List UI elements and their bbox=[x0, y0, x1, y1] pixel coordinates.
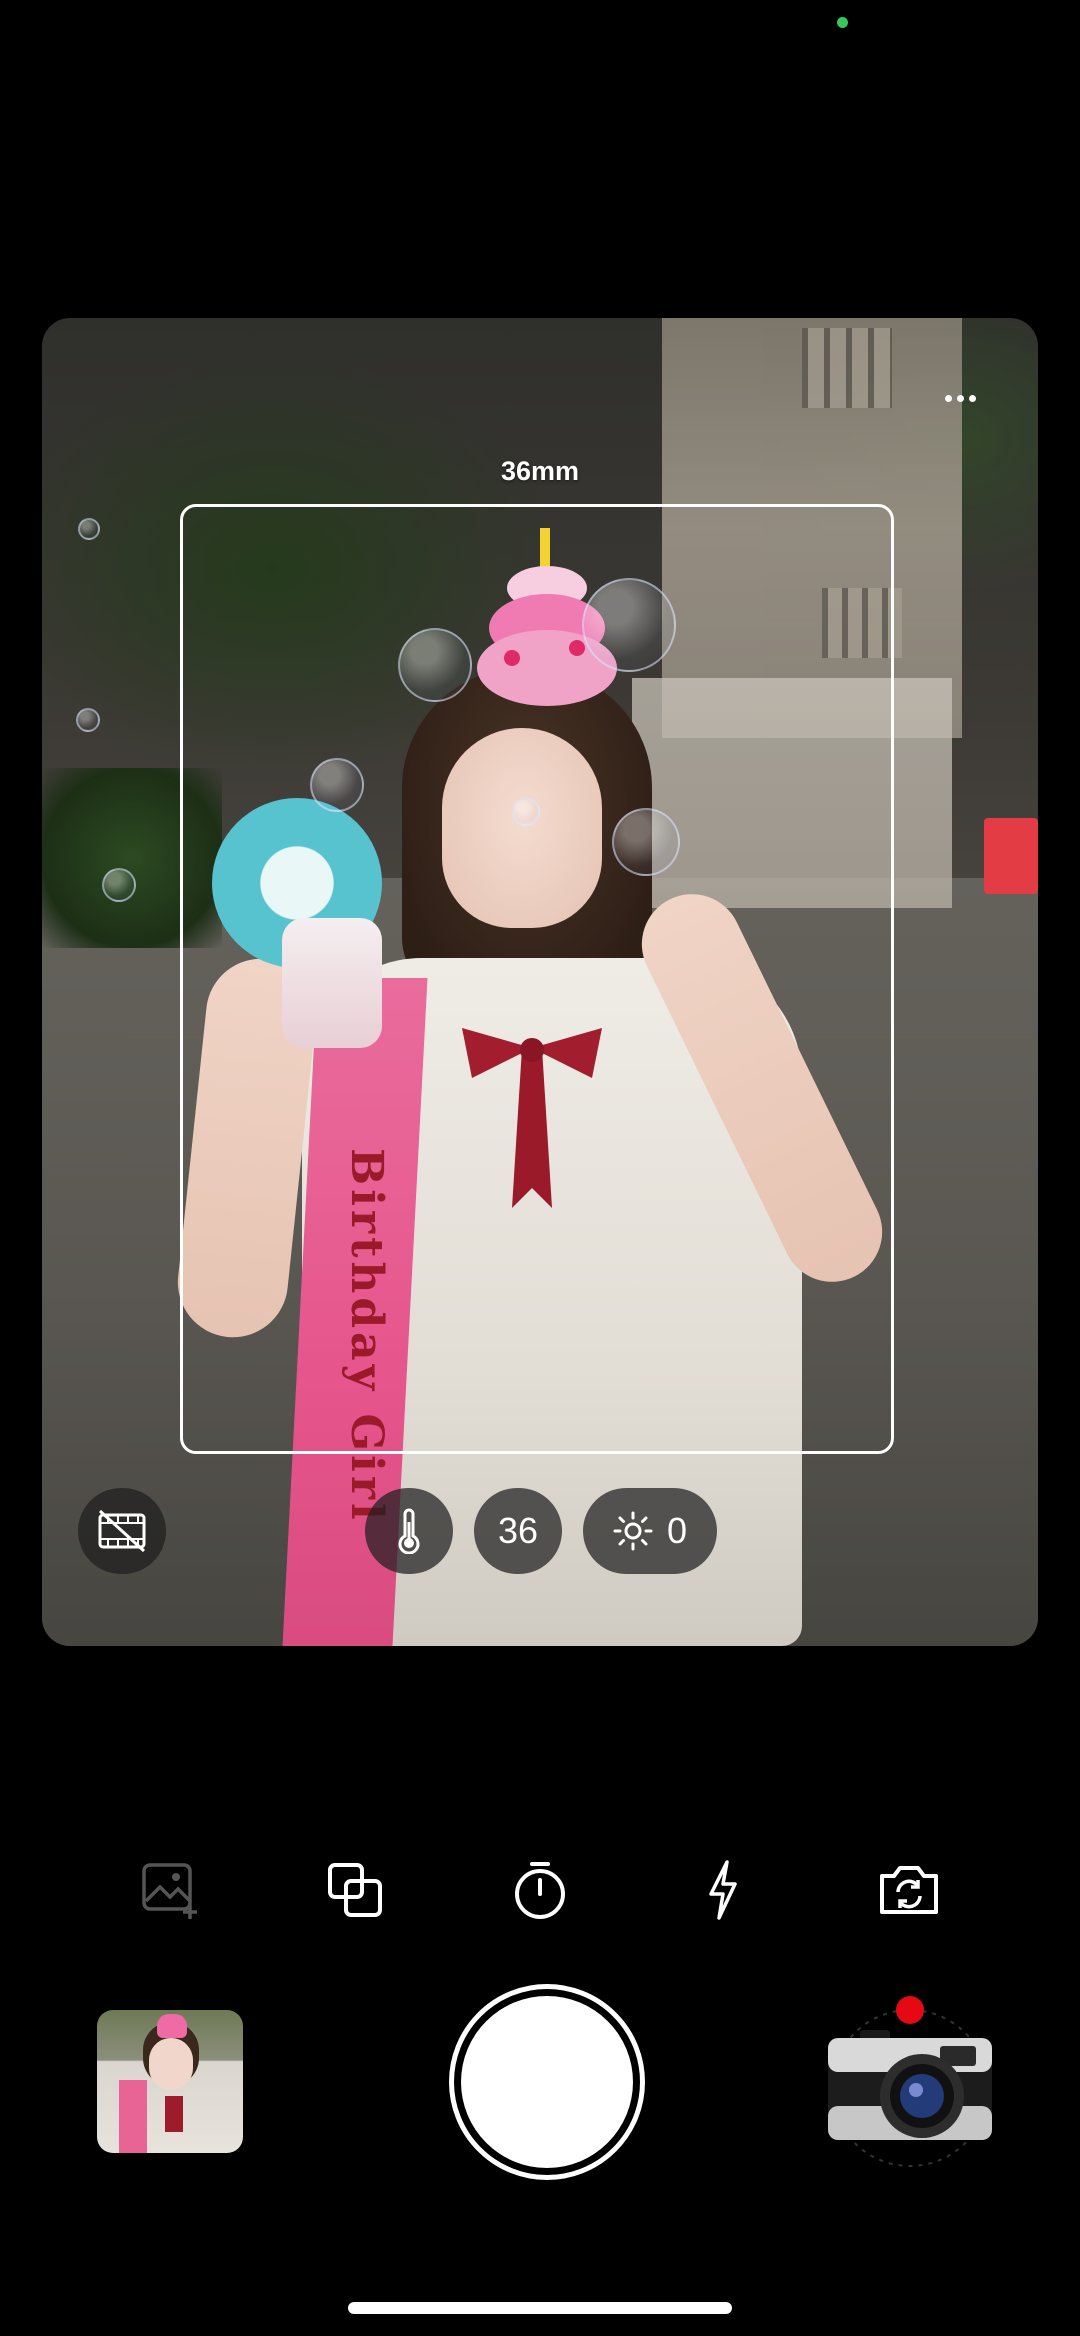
thermometer-icon bbox=[398, 1508, 420, 1554]
scene-sign bbox=[984, 818, 1038, 894]
shutter-inner bbox=[461, 1996, 633, 2168]
home-indicator[interactable] bbox=[348, 2302, 732, 2314]
exposure-value: 0 bbox=[666, 1510, 688, 1551]
focal-length-value: 36 bbox=[497, 1510, 539, 1551]
timer-icon bbox=[515, 1862, 565, 1919]
more-horizontal-icon bbox=[944, 394, 952, 402]
shutter-button[interactable] bbox=[449, 1984, 645, 2180]
import-photo-button[interactable] bbox=[136, 1855, 206, 1925]
exposure-button[interactable]: 0 bbox=[583, 1488, 717, 1574]
privacy-indicator-dot bbox=[837, 17, 848, 28]
bubble bbox=[78, 518, 100, 540]
more-horizontal-icon bbox=[956, 394, 964, 402]
timer-button[interactable] bbox=[505, 1855, 575, 1925]
layers-icon bbox=[328, 1863, 382, 1917]
thumbnail-hat bbox=[157, 2014, 187, 2038]
video-off-button[interactable] bbox=[78, 1488, 166, 1574]
focal-length-label: 36mm bbox=[500, 456, 580, 486]
more-horizontal-icon bbox=[968, 394, 976, 402]
thumbnail-bow bbox=[165, 2096, 183, 2132]
multiple-exposure-button[interactable] bbox=[320, 1855, 390, 1925]
viewfinder[interactable]: Birthday Girl 36mm 36 0 bbox=[42, 318, 1038, 1646]
video-off-icon bbox=[98, 1509, 146, 1553]
flash-icon bbox=[709, 1860, 737, 1920]
retro-camera-icon[interactable] bbox=[820, 1996, 1000, 2171]
focal-length-button[interactable]: 36 bbox=[474, 1488, 562, 1574]
switch-camera-button[interactable] bbox=[874, 1855, 944, 1925]
thumbnail-sash bbox=[119, 2080, 147, 2153]
camera-toolbar bbox=[0, 1855, 1080, 1925]
bubble bbox=[102, 868, 136, 902]
bubble bbox=[76, 708, 100, 732]
flash-button[interactable] bbox=[688, 1855, 758, 1925]
more-options-button[interactable] bbox=[930, 378, 990, 418]
crop-frame bbox=[180, 504, 894, 1454]
sun-icon bbox=[613, 1511, 653, 1551]
image-plus-icon bbox=[142, 1863, 197, 1919]
temperature-button[interactable] bbox=[365, 1488, 453, 1574]
thumbnail-face bbox=[149, 2038, 193, 2090]
camera-flip-icon bbox=[880, 1866, 938, 1914]
gallery-thumbnail[interactable] bbox=[97, 2010, 243, 2153]
